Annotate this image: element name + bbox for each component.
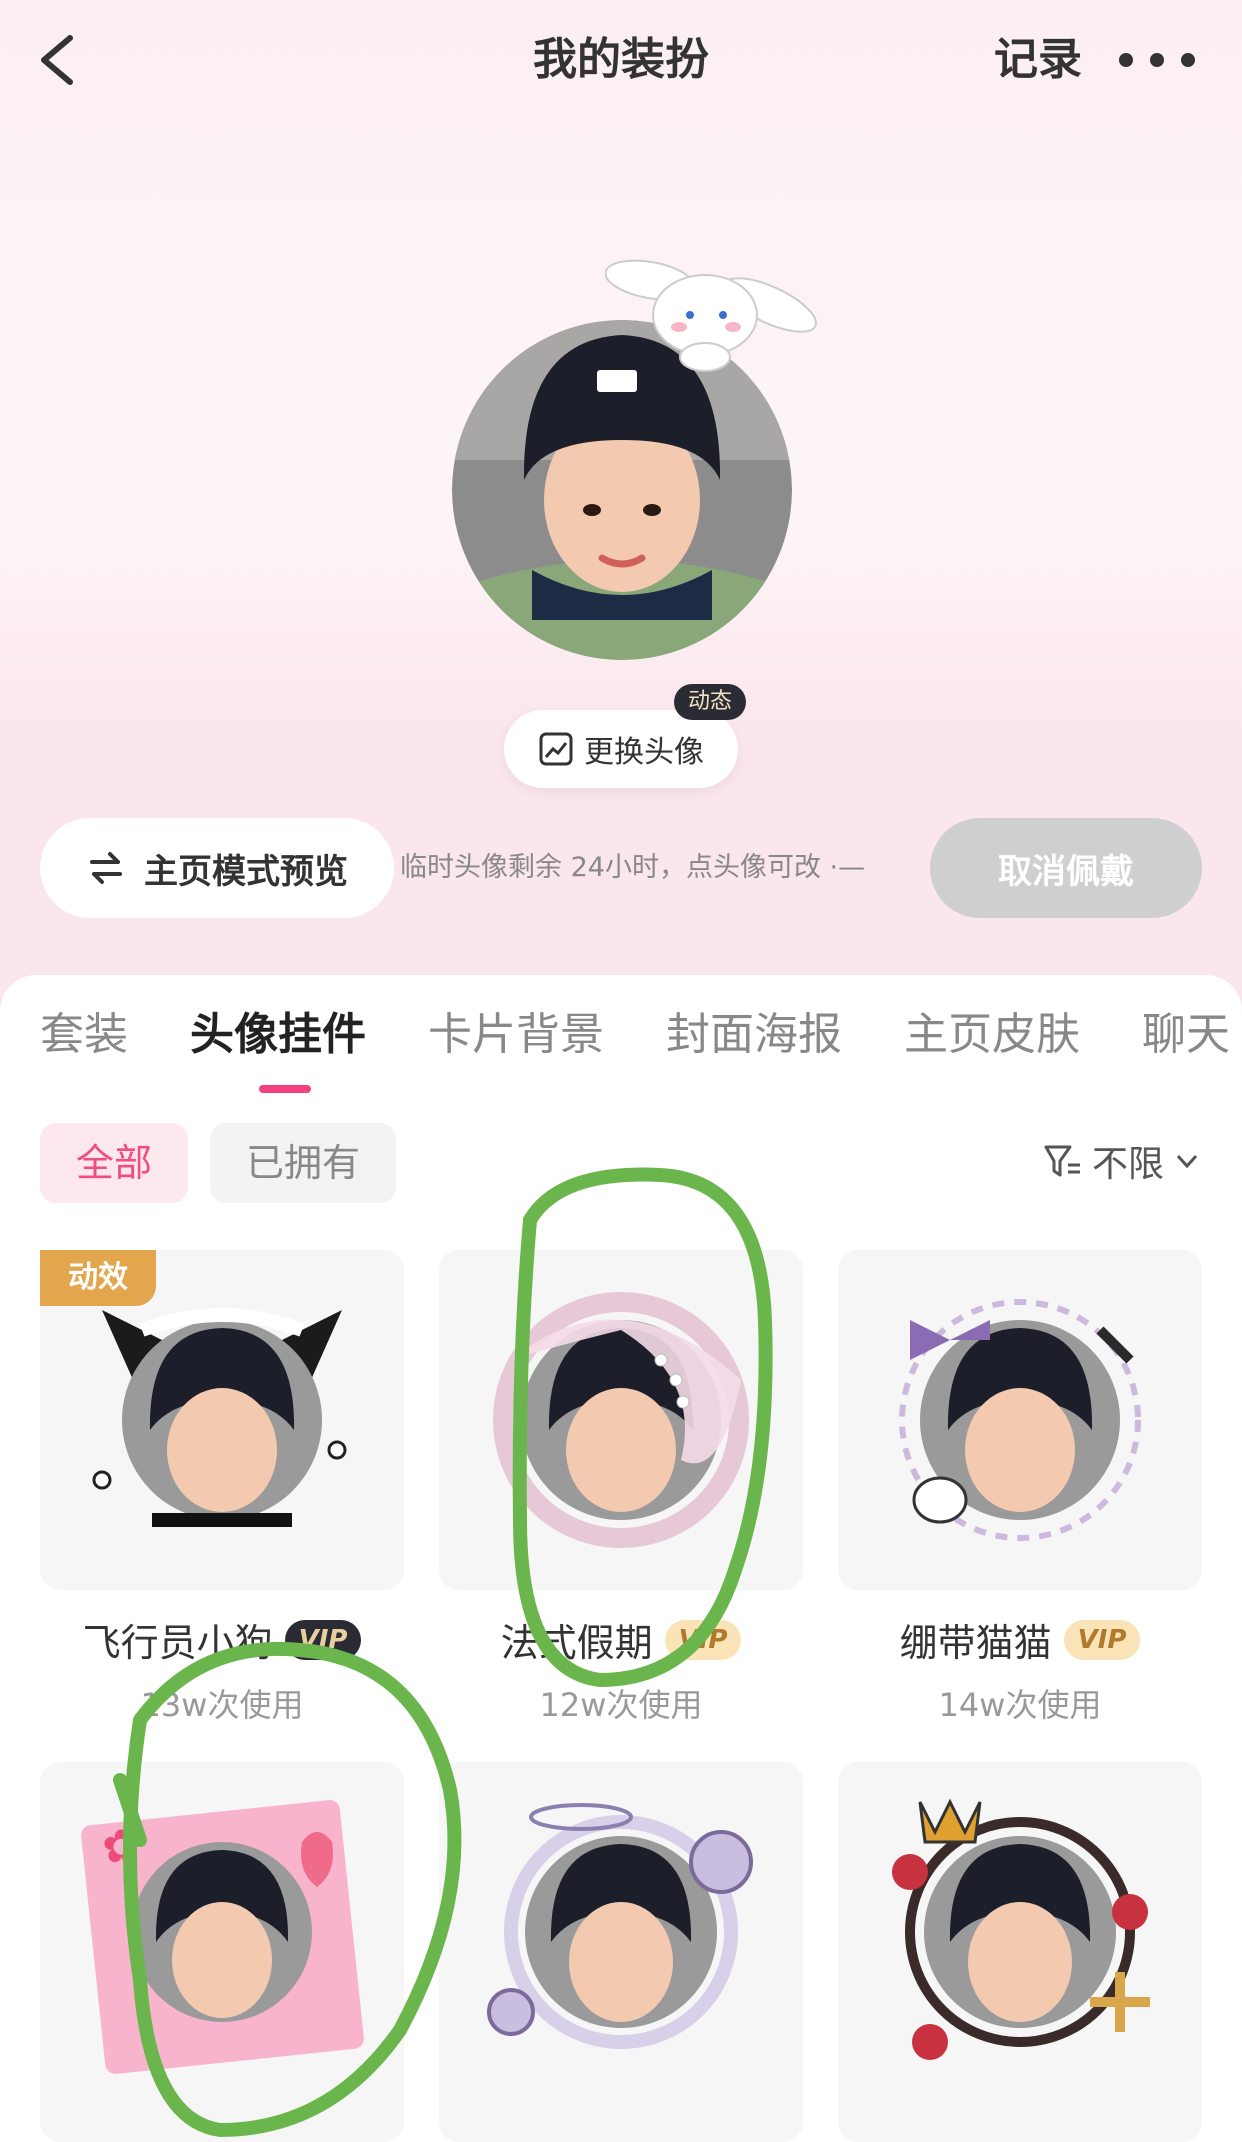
filter-icon [1044, 1145, 1080, 1177]
vip-badge: VIP [1063, 1619, 1141, 1660]
image-icon [539, 732, 573, 766]
item-title-row: 绷带猫猫 VIP [838, 1612, 1202, 1667]
sort-dropdown[interactable]: 不限 [1040, 1135, 1202, 1187]
item-title-row: 飞行员小狗 VIP [40, 1612, 404, 1667]
svg-text:✿: ✿ [102, 1819, 141, 1873]
change-avatar-button[interactable]: 更换头像 [504, 710, 738, 788]
item-title-row: 法式假期 VIP [439, 1612, 803, 1667]
pendant-card[interactable]: ✿ [40, 1762, 404, 2142]
animated-tag: 动效 [40, 1250, 156, 1306]
swap-icon [90, 852, 122, 884]
tab-cover-poster[interactable]: 封面海报 [666, 1000, 842, 1070]
usage-count: 13w次使用 [140, 1686, 304, 1724]
dynamic-badge: 动态 [674, 684, 747, 720]
filter-owned[interactable]: 已拥有 [210, 1123, 396, 1203]
temporary-avatar-hint: 临时头像剩余 24小时，点头像可改 ·— [400, 852, 866, 883]
cinnamoroll-pendant-icon [605, 259, 817, 372]
pendant-card[interactable] [838, 1250, 1202, 1590]
vip-badge: VIP [664, 1619, 742, 1660]
usage-count: 12w次使用 [539, 1686, 703, 1724]
item-name: 绷带猫猫 [899, 1621, 1052, 1665]
tab-home-skin[interactable]: 主页皮肤 [904, 1000, 1080, 1070]
pendant-card[interactable] [439, 1250, 803, 1590]
tab-suit[interactable]: 套装 [40, 1000, 128, 1070]
category-tabs: 套装 头像挂件 卡片背景 封面海报 主页皮肤 聊天 [40, 1000, 1242, 1070]
pendant-card[interactable] [439, 1762, 803, 2142]
item-name: 法式假期 [500, 1621, 653, 1665]
cancel-wear-button[interactable]: 取消佩戴 [930, 818, 1202, 918]
active-tab-indicator [259, 1085, 311, 1093]
tab-chat[interactable]: 聊天 [1142, 1000, 1230, 1070]
more-icon[interactable] [1112, 40, 1202, 80]
tab-card-background[interactable]: 卡片背景 [428, 1000, 604, 1070]
change-avatar-label: 更换头像 [584, 735, 704, 770]
item-name: 飞行员小狗 [82, 1621, 273, 1665]
usage-count: 14w次使用 [938, 1686, 1102, 1724]
vip-badge: VIP [284, 1619, 362, 1660]
pendant-card[interactable] [838, 1762, 1202, 2142]
sort-label: 不限 [1091, 1144, 1164, 1185]
filter-all[interactable]: 全部 [40, 1123, 188, 1203]
record-button[interactable]: 记录 [994, 30, 1082, 90]
preview-mode-label: 主页模式预览 [144, 851, 348, 892]
tab-avatar-pendant[interactable]: 头像挂件 [190, 1000, 366, 1070]
preview-mode-button[interactable]: 主页模式预览 [40, 818, 394, 918]
chevron-down-icon [1176, 1154, 1198, 1169]
